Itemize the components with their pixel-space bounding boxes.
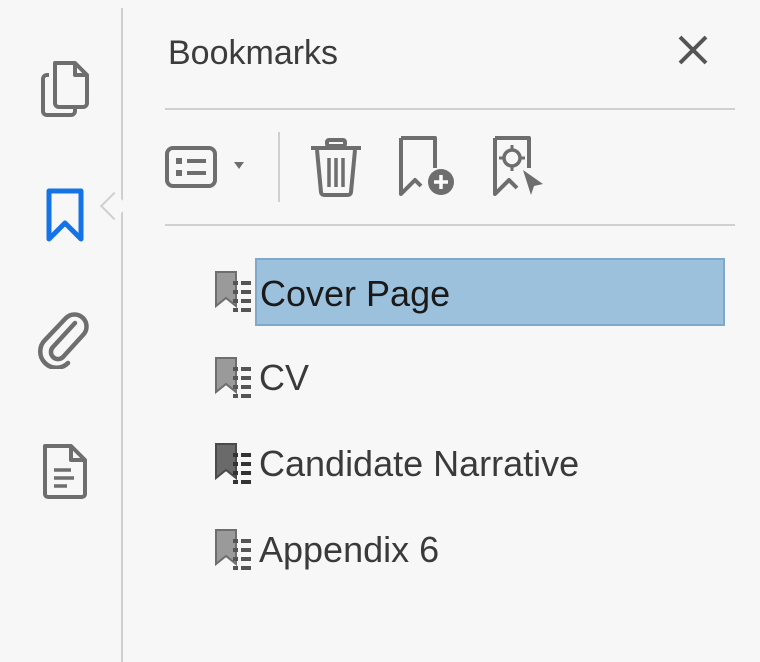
pages-icon (41, 61, 89, 117)
bookmark-item[interactable]: Cover Page (211, 256, 725, 328)
bookmarks-app: Bookmarks Cover Page CV Candidate Narrat… (0, 0, 760, 662)
header-divider (165, 108, 735, 110)
new-bookmark-button[interactable] (391, 134, 461, 200)
toolbar-divider (165, 224, 735, 226)
attachments-button[interactable] (30, 304, 100, 374)
bookmark-item[interactable]: Appendix 6 (211, 514, 439, 586)
bookmarks-panel: Bookmarks Cover Page CV Candidate Narrat… (123, 8, 760, 662)
document-properties-button[interactable] (30, 436, 100, 506)
bookmark-page-icon (211, 525, 255, 575)
attachment-icon (37, 312, 89, 369)
bookmark-label: Candidate Narrative (259, 443, 580, 484)
trash-icon (311, 138, 361, 197)
toolbar-separator (278, 132, 280, 202)
bookmark-item[interactable]: CV (211, 342, 309, 414)
bookmarks-button[interactable] (30, 180, 100, 250)
page-thumbnails-button[interactable] (30, 54, 100, 124)
navigation-rail (0, 8, 123, 662)
bookmark-page-icon (211, 353, 255, 403)
close-panel-button[interactable] (673, 30, 713, 70)
bookmark-label: Cover Page (255, 258, 725, 326)
bookmark-icon (46, 188, 84, 242)
delete-bookmark-button[interactable] (301, 134, 371, 200)
options-list-icon (165, 146, 244, 188)
bookmark-label: Appendix 6 (259, 529, 440, 570)
bookmark-label: CV (259, 357, 310, 398)
document-icon (43, 444, 87, 499)
bookmark-target-icon (493, 136, 543, 196)
bookmark-page-icon (211, 267, 255, 317)
bookmark-item[interactable]: Candidate Narrative (211, 428, 579, 500)
bookmark-page-icon (211, 439, 255, 489)
add-bookmark-icon (399, 136, 454, 196)
options-menu-button[interactable] (163, 134, 259, 200)
close-icon (678, 35, 708, 65)
bookmark-selection-button[interactable] (485, 134, 555, 200)
panel-title: Bookmarks (168, 34, 339, 72)
